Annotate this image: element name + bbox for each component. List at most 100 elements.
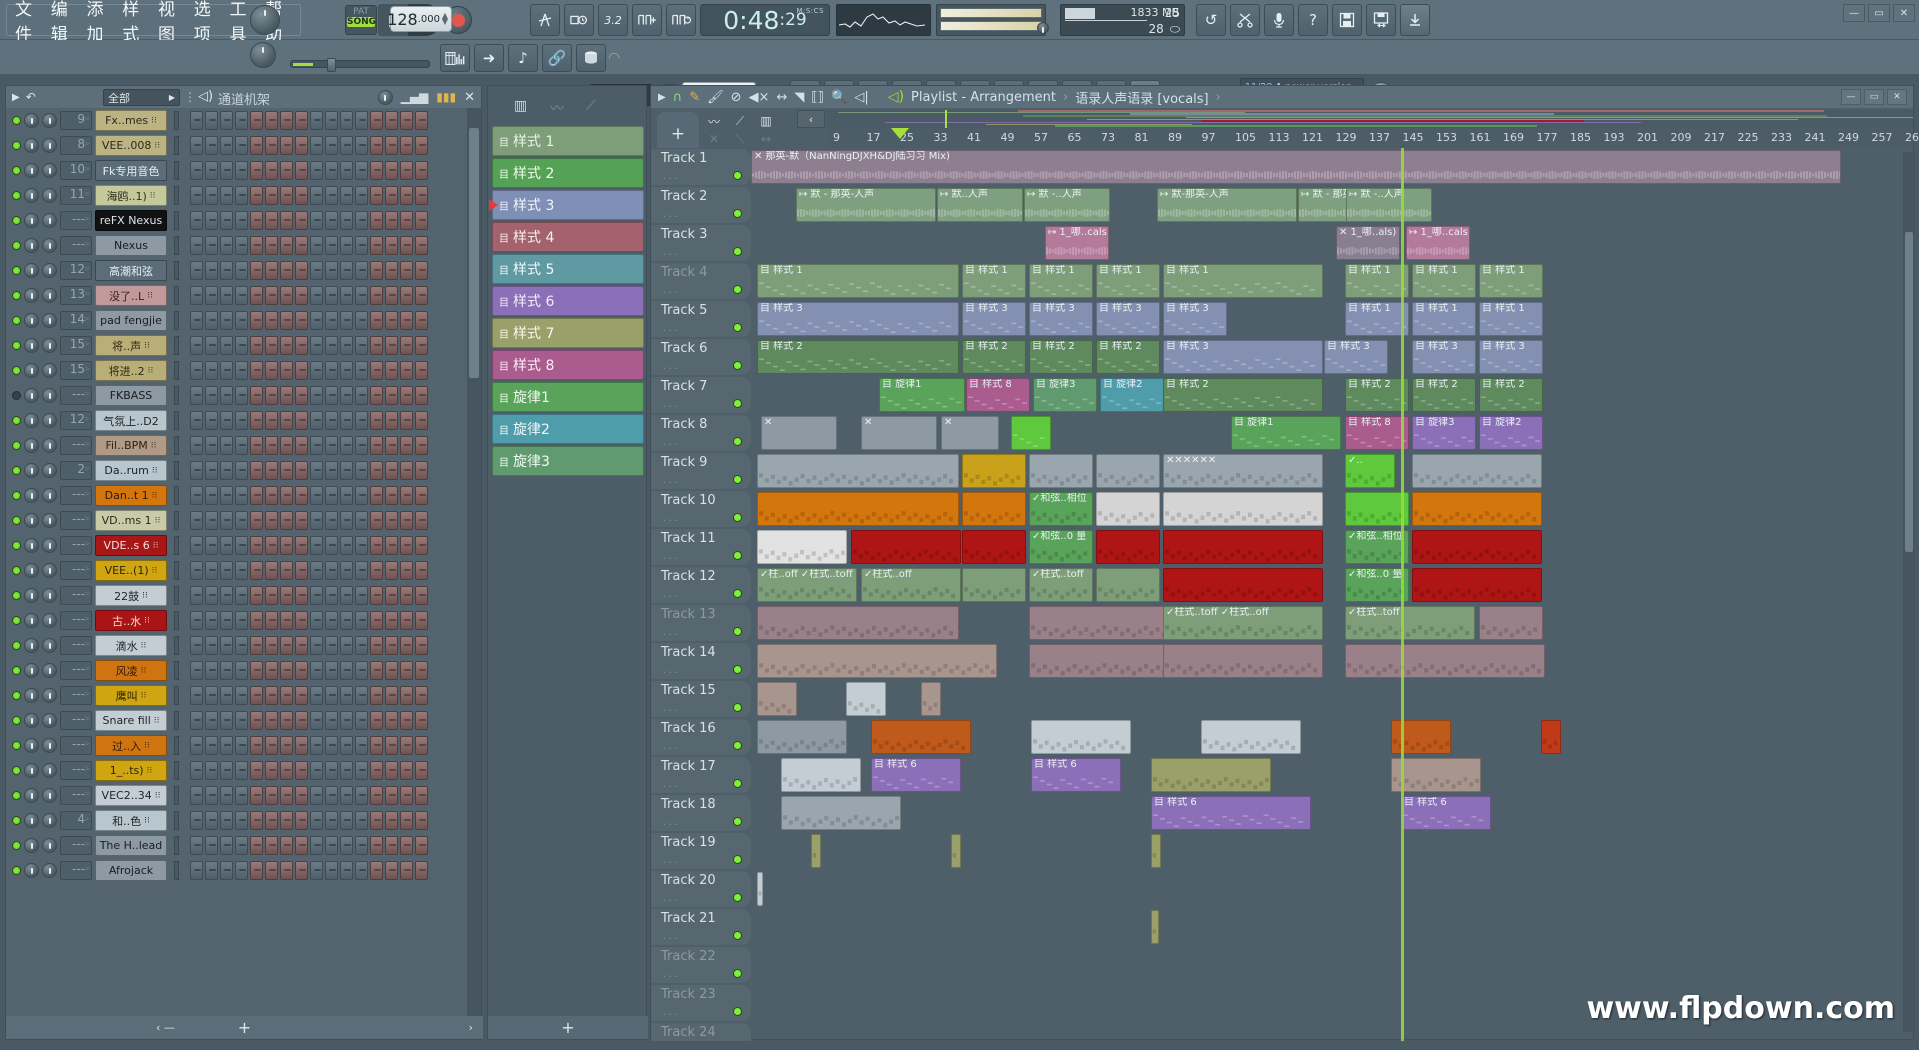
track-enable-led[interactable] xyxy=(733,361,742,370)
step-button[interactable] xyxy=(340,786,353,805)
playlist-clip[interactable] xyxy=(1479,606,1543,640)
playlist-clip[interactable]: ↦ 1_哪..cals) xyxy=(1045,226,1109,260)
step-button[interactable] xyxy=(400,286,413,305)
playlist-clip[interactable]: ✓柱式..off xyxy=(861,568,961,602)
playlist-clip[interactable]: 目 样式 2 xyxy=(757,340,959,374)
step-button[interactable] xyxy=(280,386,293,405)
step-button[interactable] xyxy=(325,511,338,530)
channel-mixer-number[interactable]: --- xyxy=(60,686,92,705)
playlist-vscrollbar[interactable] xyxy=(1903,152,1915,1032)
step-button[interactable] xyxy=(370,761,383,780)
step-button[interactable] xyxy=(235,786,248,805)
playlist-clip[interactable]: 目 样式 6 xyxy=(871,758,961,792)
step-button[interactable] xyxy=(355,686,368,705)
playlist-clip[interactable]: 目 样式 1 xyxy=(1479,264,1543,298)
step-button[interactable] xyxy=(415,686,428,705)
track-lane[interactable]: 目 样式 3目 样式 3目 样式 3目 样式 3目 样式 3目 样式 1目 样式… xyxy=(751,300,1915,338)
track-lane[interactable] xyxy=(751,946,1915,984)
step-button[interactable] xyxy=(190,261,203,280)
channel-led[interactable] xyxy=(12,666,21,675)
playlist-track[interactable]: Track 2... ↦ 默 - 那英-人声 ↦ 默..人声 ↦ 默 -..人声 ↦ 默… xyxy=(651,186,1915,224)
step-button[interactable] xyxy=(280,236,293,255)
channel-mixer-number[interactable]: --- xyxy=(60,486,92,505)
track-header[interactable]: Track 21... xyxy=(651,909,751,945)
track-lane[interactable]: 目 样式 6目 样式 6 xyxy=(751,756,1915,794)
step-button[interactable] xyxy=(280,511,293,530)
playlist-clip[interactable] xyxy=(1391,720,1451,754)
step-button[interactable] xyxy=(325,811,338,830)
step-button[interactable] xyxy=(280,486,293,505)
step-button[interactable] xyxy=(340,311,353,330)
channel-mixer-number[interactable]: --- xyxy=(60,561,92,580)
channel-pan-knob[interactable] xyxy=(24,613,39,628)
channel-led[interactable] xyxy=(12,291,21,300)
step-button[interactable] xyxy=(295,436,308,455)
step-button[interactable] xyxy=(310,311,323,330)
step-button[interactable] xyxy=(265,861,278,880)
step-button[interactable] xyxy=(235,111,248,130)
play-icon[interactable]: ▶ xyxy=(658,92,666,103)
step-button[interactable] xyxy=(355,636,368,655)
step-button[interactable] xyxy=(370,561,383,580)
channel-pan-knob[interactable] xyxy=(24,463,39,478)
step-button[interactable] xyxy=(310,436,323,455)
step-button[interactable] xyxy=(415,561,428,580)
playlist-clip[interactable]: 目 旋律1 xyxy=(879,378,965,412)
channel-volume-knob[interactable] xyxy=(42,488,57,503)
step-button[interactable] xyxy=(250,211,263,230)
step-button[interactable] xyxy=(250,561,263,580)
playlist-clip[interactable]: ✓和弦..0 量 xyxy=(1029,530,1093,564)
export-icon[interactable] xyxy=(1400,4,1430,36)
step-button[interactable] xyxy=(190,786,203,805)
playlist-clip[interactable]: ↦ 默..人声 xyxy=(937,188,1023,222)
playlist-clip[interactable] xyxy=(1011,416,1051,450)
playlist-ruler[interactable]: 9 17 25 33 41 49 57 65 73 81 89 97 105 113 121 129 137 14… xyxy=(827,128,1913,148)
step-button[interactable] xyxy=(340,386,353,405)
step-button[interactable] xyxy=(385,436,398,455)
step-button[interactable] xyxy=(190,711,203,730)
step-button[interactable] xyxy=(370,386,383,405)
playlist-clip[interactable]: 目 样式 2 xyxy=(962,340,1026,374)
playlist-clip[interactable]: 目 样式 1 xyxy=(1412,302,1476,336)
track-menu-icon[interactable]: ... xyxy=(663,169,680,182)
piano-roll-icon[interactable]: ▥ xyxy=(514,98,527,114)
channel-name-button[interactable]: 22鼓 ⁝⁝ xyxy=(95,585,167,606)
step-sequencer[interactable] xyxy=(190,536,428,555)
pattern-item[interactable]: 目样式 6 xyxy=(492,286,644,316)
step-button[interactable] xyxy=(190,511,203,530)
channel-pan-knob[interactable] xyxy=(24,288,39,303)
step-button[interactable] xyxy=(265,136,278,155)
channel-name-button[interactable]: 和..色 ⁝⁝ xyxy=(95,810,167,831)
step-button[interactable] xyxy=(370,111,383,130)
step-button[interactable] xyxy=(400,311,413,330)
step-button[interactable] xyxy=(340,361,353,380)
playlist-clip[interactable] xyxy=(757,606,959,640)
track-enable-led[interactable] xyxy=(733,703,742,712)
step-button[interactable] xyxy=(220,486,233,505)
step-button[interactable] xyxy=(310,861,323,880)
step-button[interactable] xyxy=(250,261,263,280)
step-button[interactable] xyxy=(295,136,308,155)
channel-led[interactable] xyxy=(12,466,21,475)
step-button[interactable] xyxy=(385,261,398,280)
step-sequencer[interactable] xyxy=(190,761,428,780)
channel-led[interactable] xyxy=(12,341,21,350)
step-button[interactable] xyxy=(280,836,293,855)
channel-name-button[interactable]: 过..入 ⁝⁝ xyxy=(95,735,167,756)
step-button[interactable] xyxy=(355,111,368,130)
step-button[interactable] xyxy=(205,311,218,330)
track-lane[interactable]: 目 样式 6目 样式 6 xyxy=(751,794,1915,832)
step-button[interactable] xyxy=(250,461,263,480)
automation-icon[interactable]: ⟋ xyxy=(586,98,596,114)
channel-mixer-number[interactable]: 10 xyxy=(60,161,92,180)
track-header[interactable]: Track 8... xyxy=(651,415,751,451)
channel-name-button[interactable]: VDE..s 6 ⁝⁝ xyxy=(95,535,167,556)
step-button[interactable] xyxy=(310,561,323,580)
track-menu-icon[interactable]: ... xyxy=(663,435,680,448)
playlist-clip[interactable]: 目 样式 3 xyxy=(757,302,959,336)
step-button[interactable] xyxy=(205,836,218,855)
step-button[interactable] xyxy=(205,536,218,555)
playlist-clip[interactable] xyxy=(757,454,959,488)
step-button[interactable] xyxy=(355,761,368,780)
step-button[interactable] xyxy=(340,336,353,355)
